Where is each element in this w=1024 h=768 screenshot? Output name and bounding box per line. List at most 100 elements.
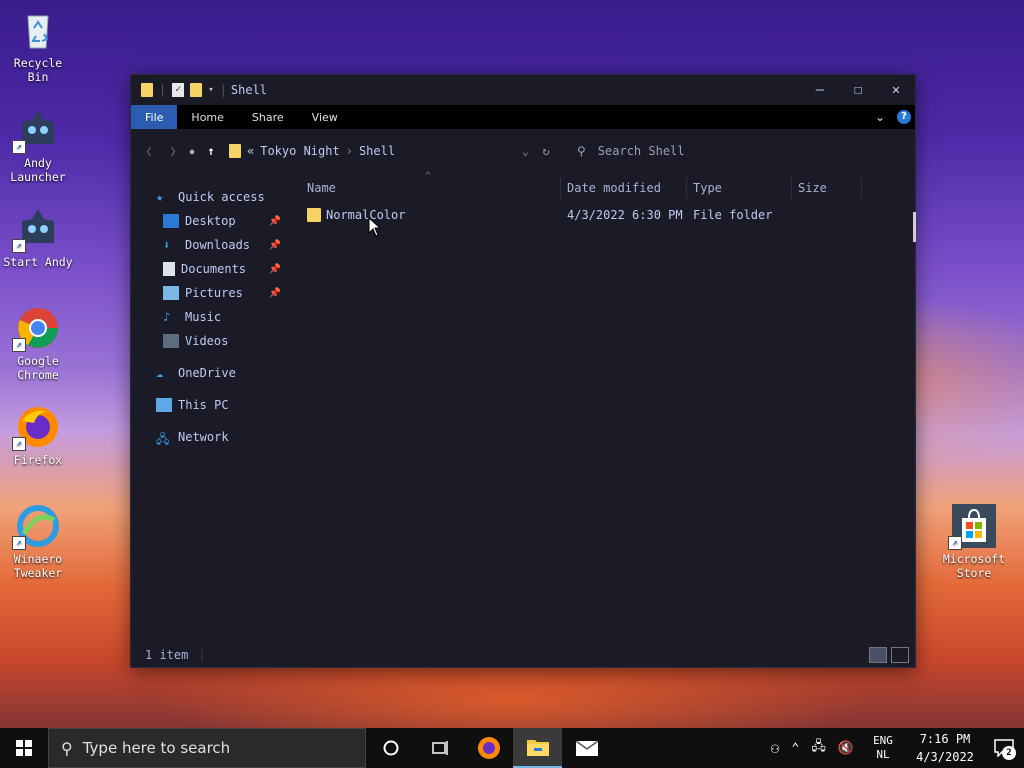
expand-ribbon-icon[interactable]: ⌄ [875,110,885,124]
nav-quick-access[interactable]: ★ Quick access [131,185,301,209]
taskbar-file-explorer[interactable] [513,728,562,768]
breadcrumb-item[interactable]: Tokyo Night [260,144,339,158]
forward-button[interactable]: ❯ [161,144,185,158]
input-language[interactable]: ENG NL [860,734,906,762]
shortcut-arrow-icon: ↗ [12,536,26,550]
address-dropdown-icon[interactable]: ⌄ [522,144,529,158]
people-icon[interactable]: ⚇ [764,739,785,757]
action-center-button[interactable]: 2 [984,728,1024,768]
refresh-button[interactable]: ↻ [529,144,563,158]
desktop-icon [163,214,179,228]
column-header-type[interactable]: Type [687,177,792,199]
help-icon[interactable]: ? [897,110,911,124]
item-count: 1 item [145,648,189,662]
file-date: 4/3/2022 6:30 PM [567,208,683,222]
network-status-icon[interactable]: 🖧 [805,737,832,759]
nav-onedrive[interactable]: ☁ OneDrive [131,361,301,385]
clock-date: 4/3/2022 [916,750,974,764]
network-icon: 🖧 [156,432,170,446]
system-tray: ⚇ ⌃ 🖧 🔇 ENG NL 7:16 PM 4/3/2022 2 [764,728,1024,768]
nav-this-pc[interactable]: This PC [131,393,301,417]
tab-home[interactable]: Home [177,105,237,129]
minimize-button[interactable]: — [801,75,839,105]
column-header-date-modified[interactable]: Date modified [561,177,687,199]
desktop-icon-firefox[interactable]: ↗ Firefox [0,405,76,467]
desktop-icon-chrome[interactable]: ↗ Google Chrome [0,306,76,382]
windows-logo-icon [16,740,32,756]
taskbar-search-input[interactable]: Type here to search [83,739,230,757]
file-size [792,204,862,226]
nav-downloads[interactable]: ⬇ Downloads 📌 [131,233,301,257]
taskbar-mail[interactable] [562,728,611,768]
search-box[interactable]: ⚲ Search Shell [569,144,897,158]
task-view-icon [431,741,448,755]
breadcrumb-item[interactable]: Shell [359,144,395,158]
desktop-icon-label: Andy Launcher [10,156,66,184]
search-input[interactable]: Search Shell [598,144,685,158]
file-list: ^ Name Date modified Type Size NormalCol… [301,171,915,643]
documents-icon [163,262,175,276]
new-folder-icon[interactable] [190,83,203,97]
start-button[interactable] [0,728,48,768]
desktop-icon-microsoft-store[interactable]: ↗ Microsoft Store [936,504,1012,580]
address-bar[interactable]: « Tokyo Night › Shell ⌄ [229,144,529,158]
pictures-icon [163,286,179,300]
downloads-icon: ⬇ [163,238,171,252]
computer-icon [156,398,172,412]
back-button[interactable]: ❮ [137,144,161,158]
separator: | [198,648,206,662]
firefox-icon: ↗ [12,405,60,451]
breadcrumb-separator: › [345,144,353,158]
folder-icon [141,83,153,97]
shortcut-arrow-icon: ↗ [12,338,26,352]
file-row[interactable]: NormalColor 4/3/2022 6:30 PM File folder [301,203,915,227]
ribbon-tabs: File Home Share View ⌄ ? [131,105,915,129]
start-andy-icon: ↗ [12,207,60,253]
details-view-button[interactable] [869,647,887,663]
customize-toolbar-icon[interactable]: ▾ [208,85,213,95]
mouse-cursor-icon [368,217,382,237]
desktop-icon-andy-launcher[interactable]: ↗ Andy Launcher [0,108,76,184]
desktop-icon-winaero-tweaker[interactable]: ↗ Winaero Tweaker [0,504,76,580]
nav-desktop[interactable]: Desktop 📌 [131,209,301,233]
tab-share[interactable]: Share [238,105,298,129]
content-area: ★ Quick access Desktop 📌 ⬇ Downloads 📌 D… [131,171,915,643]
desktop-icon-start-andy[interactable]: ↗ Start Andy [0,207,76,269]
shortcut-arrow-icon: ↗ [12,437,26,451]
up-button[interactable]: ↑ [199,144,223,158]
title-bar: | ✓ ▾ | Shell — ☐ ✕ [131,75,915,105]
navigation-pane: ★ Quick access Desktop 📌 ⬇ Downloads 📌 D… [131,185,301,449]
close-button[interactable]: ✕ [877,75,915,105]
microsoft-store-icon: ↗ [948,504,996,550]
tab-view[interactable]: View [298,105,352,129]
recycle-bin-icon [16,8,60,52]
show-hidden-icons-icon[interactable]: ⌃ [785,741,805,756]
shortcut-arrow-icon: ↗ [948,536,962,550]
taskbar-firefox[interactable] [464,728,513,768]
column-header-size[interactable]: Size [792,177,862,199]
nav-documents[interactable]: Documents 📌 [131,257,301,281]
clock[interactable]: 7:16 PM 4/3/2022 [906,730,984,766]
cloud-icon: ☁ [156,366,164,380]
separator: | [219,83,227,97]
pin-icon: 📌 [268,287,281,299]
nav-music[interactable]: ♪ Music [131,305,301,329]
taskbar-search-box[interactable]: ⚲ Type here to search [48,728,366,768]
videos-icon [163,334,179,348]
properties-icon[interactable]: ✓ [172,83,185,97]
nav-pictures[interactable]: Pictures 📌 [131,281,301,305]
task-view-button[interactable] [415,728,464,768]
file-type: File folder [693,208,773,222]
pin-icon: 📌 [268,215,281,227]
music-icon: ♪ [163,310,171,324]
recent-locations-button[interactable]: ● [185,147,199,156]
desktop-icon-recycle-bin[interactable]: Recycle Bin [0,8,76,84]
nav-videos[interactable]: Videos [131,329,301,353]
nav-network[interactable]: 🖧 Network [131,425,301,449]
volume-muted-icon[interactable]: 🔇 [832,741,860,756]
large-icons-view-button[interactable] [891,647,909,663]
scrollbar-thumb[interactable] [913,212,916,242]
maximize-button[interactable]: ☐ [839,75,877,105]
tab-file[interactable]: File [131,105,178,129]
cortana-button[interactable] [366,728,415,768]
